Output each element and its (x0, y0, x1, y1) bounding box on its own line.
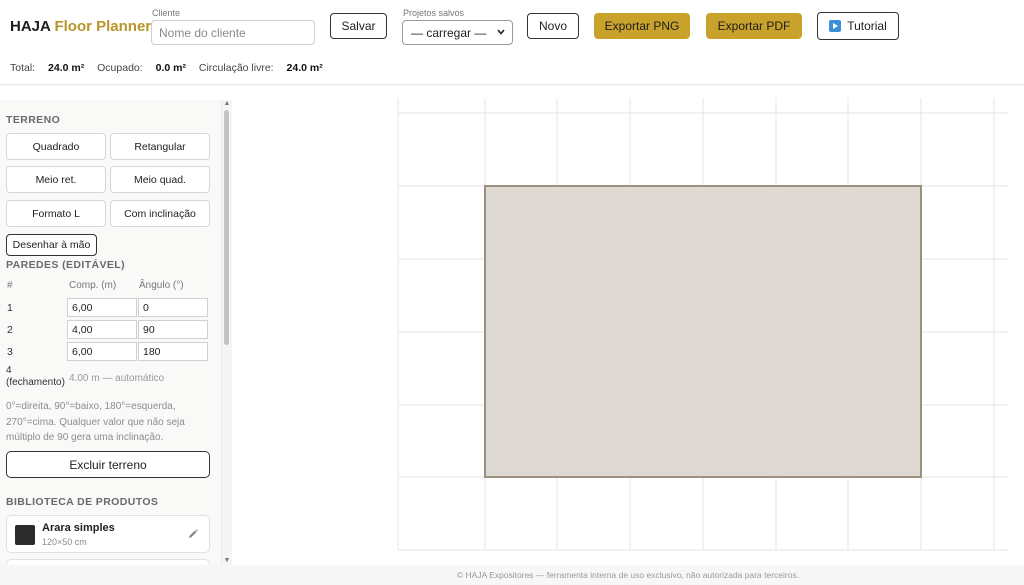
stat-total: Total: 24.0 m² (10, 62, 84, 74)
stat-occupied-value: 0.0 m² (155, 62, 186, 74)
freehand-draw-button[interactable]: Desenhar à mão (6, 234, 97, 256)
client-label: Cliente (152, 8, 181, 18)
wall-2-number: 2 (7, 324, 13, 336)
stat-occupied-label: Ocupado: (97, 62, 143, 74)
sidebar-scrollbar[interactable]: ▲ ▼ (222, 100, 232, 565)
app-logo: HAJA Floor Planner (10, 18, 151, 35)
wall-3-length-input[interactable]: 6,00 (67, 342, 137, 361)
scrollbar-thumb[interactable] (224, 110, 229, 345)
play-icon (829, 20, 842, 32)
shape-l-button[interactable]: Formato L (6, 200, 106, 227)
wall-3-number: 3 (7, 346, 13, 358)
walls-section-title: PAREDES (EDITÁVEL) (6, 259, 126, 271)
wall-2-length-input[interactable]: 4,00 (67, 320, 137, 339)
saved-projects-label: Projetos salvos (403, 8, 465, 18)
scroll-down-arrow-icon[interactable]: ▼ (223, 557, 231, 565)
product-name: Arara simples (42, 522, 115, 534)
wall-3-angle-input[interactable]: 180 (138, 342, 208, 361)
shape-rectangle-button[interactable]: Retangular (110, 133, 210, 160)
export-png-button[interactable]: Exportar PNG (594, 13, 690, 39)
stat-total-label: Total: (10, 62, 36, 74)
chevron-down-icon (497, 29, 505, 35)
floor-plan-canvas[interactable] (232, 85, 1024, 565)
saved-projects-select[interactable]: — carregar — (402, 20, 513, 45)
footer-left-spacer (0, 565, 232, 585)
wall-2-angle-input[interactable]: 90 (138, 320, 208, 339)
stat-free-value: 24.0 m² (286, 62, 323, 74)
wall-4-auto-value: 4.00 m — automático (69, 373, 165, 384)
wall-1-angle-input[interactable]: 0 (138, 298, 208, 317)
pencil-icon[interactable] (187, 528, 199, 540)
walls-header-length: Comp. (m) (69, 280, 117, 291)
export-pdf-button[interactable]: Exportar PDF (706, 13, 802, 39)
stat-free: Circulação livre: 24.0 m² (199, 62, 323, 74)
wall-1-number: 1 (7, 302, 13, 314)
brand-accent: Floor Planner (54, 18, 152, 35)
tutorial-button[interactable]: Tutorial (817, 12, 899, 40)
shape-square-button[interactable]: Quadrado (6, 133, 106, 160)
footer-disclaimer: © HAJA Expositores — ferramenta interna … (232, 565, 1024, 585)
new-project-button[interactable]: Novo (527, 13, 579, 39)
shape-half-rect-button[interactable]: Meio ret. (6, 166, 106, 193)
wall-closing-label: 4 (fechamento) (6, 365, 65, 389)
product-size: 120×50 cm (42, 537, 87, 547)
tutorial-label: Tutorial (847, 19, 887, 33)
walls-header-angle: Ângulo (°) (139, 280, 184, 291)
stat-total-value: 24.0 m² (48, 62, 85, 74)
floor-plan-svg[interactable] (232, 85, 1024, 565)
product-swatch (15, 525, 35, 545)
area-stats: Total: 24.0 m² Ocupado: 0.0 m² Circulaçã… (10, 62, 333, 74)
shape-slope-button[interactable]: Com inclinação (110, 200, 210, 227)
scroll-up-arrow-icon[interactable]: ▲ (223, 100, 231, 108)
product-card[interactable]: Arara simples 120×50 cm (6, 515, 210, 553)
save-button[interactable]: Salvar (330, 13, 387, 39)
brand-name: HAJA (10, 18, 51, 35)
left-sidebar: TERRENO Quadrado Retangular Meio ret. Me… (0, 100, 222, 565)
stat-occupied: Ocupado: 0.0 m² (97, 62, 186, 74)
terrain-section-title: TERRENO (6, 114, 61, 126)
wall-4-closing-text: (fechamento) (6, 377, 65, 388)
stat-free-label: Circulação livre: (198, 62, 274, 74)
terrain-floor[interactable] (484, 185, 922, 478)
wall-4-number: 4 (6, 365, 12, 376)
shape-half-square-button[interactable]: Meio quad. (110, 166, 210, 193)
saved-projects-value: — carregar — (411, 25, 487, 40)
walls-header-num: # (7, 280, 13, 291)
library-section-title: BIBLIOTECA DE PRODUTOS (6, 496, 159, 508)
top-toolbar: HAJA Floor Planner Cliente Salvar Projet… (0, 0, 1024, 85)
wall-1-length-input[interactable]: 6,00 (67, 298, 137, 317)
delete-terrain-button[interactable]: Excluir terreno (6, 451, 210, 478)
client-name-input[interactable] (151, 20, 315, 45)
angle-help-text: 0°=direita, 90°=baixo, 180°=esquerda, 27… (6, 401, 185, 443)
